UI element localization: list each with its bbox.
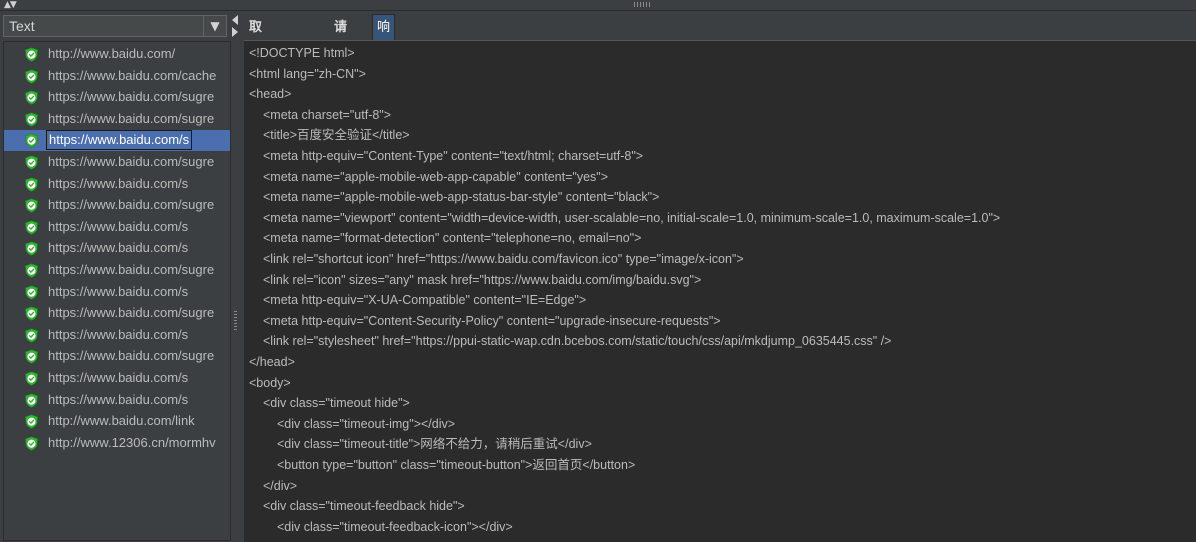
response-line: <!DOCTYPE html> [249,46,355,60]
success-shield-icon [25,155,38,170]
success-shield-icon [25,241,38,257]
success-shield-icon [25,69,38,84]
result-url-label: http://www.baidu.com/link [48,413,195,429]
result-url-label: https://www.baidu.com/s [48,240,189,256]
result-url-label: https://www.baidu.com/sugre [48,154,215,169]
success-shield-icon [25,263,38,278]
renderer-select-value: Text [9,18,35,34]
success-shield-icon [25,90,38,105]
response-line: <title>百度安全验证</title> [263,128,410,143]
result-url-label: http://www.12306.cn/mormhv [48,434,216,450]
response-line: <html lang="zh-CN"> [249,66,366,81]
results-tree[interactable]: http://www.baidu.com/https://www.baidu.c… [3,41,231,541]
response-line: <div class="timeout-feedback-icon"></div… [277,519,513,534]
result-url-label: https://www.baidu.com/s [48,370,189,385]
result-tree-item[interactable]: https://www.baidu.com/sugre [4,109,230,130]
result-url-label: https://www.baidu.com/s [46,130,193,151]
response-line: <div class="timeout-feedback hide"> [263,499,465,514]
results-tree-panel: Text ▼ http://www.baidu.com/https://www.… [0,11,232,541]
renderer-select[interactable]: Text ▼ [3,15,227,37]
tab-sampler-result[interactable]: 取样器结果 [245,16,266,131]
response-data-text-area[interactable]: <!DOCTYPE html> <html lang="zh-CN"> <head>… [244,40,1196,542]
response-line: <link rel="shortcut icon" href="https://… [263,252,744,266]
split-pane-divider[interactable] [232,11,241,541]
collapse-expand-arrows-icon[interactable]: ▲▼ [4,0,17,10]
collapse-left-arrow-icon[interactable] [232,15,238,25]
result-tree-item[interactable]: https://www.baidu.com/s [4,130,230,152]
response-line: <meta charset="utf-8"> [263,107,392,122]
success-shield-icon [25,133,38,149]
chevron-down-icon[interactable]: ▼ [203,16,226,36]
result-tree-item[interactable]: https://www.baidu.com/sugre [4,152,230,173]
result-tree-item[interactable]: https://www.baidu.com/sugre [4,303,230,324]
response-line: <link rel="icon" sizes="any" mask href="… [263,272,702,287]
result-url-label: http://www.baidu.com/ [48,46,176,61]
divider-grip-icon[interactable] [634,2,652,7]
success-shield-icon [25,306,38,321]
response-line: <div class="timeout-img"></div> [277,416,456,431]
result-tree-item[interactable]: https://www.baidu.com/sugre [4,87,230,108]
response-line: <head> [249,87,292,102]
result-tree-item[interactable]: http://www.baidu.com/ [4,44,230,65]
success-shield-icon [25,393,38,408]
success-shield-icon [25,220,38,235]
result-url-label: https://www.baidu.com/cache [48,67,217,83]
response-line: <button type="button" class="timeout-but… [277,458,636,472]
response-line: <meta name="apple-mobile-web-app-capable… [263,169,609,184]
response-line: <link rel="stylesheet" href="https://ppu… [263,334,892,349]
result-tree-item[interactable]: https://www.baidu.com/s [4,238,230,259]
success-shield-icon [25,112,38,127]
result-url-label: https://www.baidu.com/s [48,175,189,191]
result-tree-item[interactable]: https://www.baidu.com/s [4,325,230,346]
response-line: </div> [263,478,298,493]
success-shield-icon [25,349,38,365]
result-url-label: https://www.baidu.com/s [48,218,189,234]
splitter-grip-icon[interactable] [234,311,237,331]
result-url-label: https://www.baidu.com/s [48,283,189,299]
expand-right-arrow-icon[interactable] [232,27,238,37]
success-shield-icon [25,285,38,300]
response-line: <div class="timeout hide"> [263,396,410,411]
result-tree-item[interactable]: https://www.baidu.com/s [4,282,230,303]
tab-request[interactable]: 请求 [330,16,351,59]
success-shield-icon [25,47,38,62]
response-line: </head> [249,355,295,369]
result-url-label: https://www.baidu.com/sugre [48,262,215,277]
result-url-label: https://www.baidu.com/s [48,391,189,407]
result-tree-item[interactable]: https://www.baidu.com/sugre [4,195,230,216]
result-tree-item[interactable]: https://www.baidu.com/s [4,368,230,389]
result-url-label: https://www.baidu.com/sugre [48,305,215,321]
result-tree-item[interactable]: https://www.baidu.com/sugre [4,260,230,281]
tab-response-data[interactable]: 响应数据 [372,14,396,113]
response-line: <div class="timeout-title">网络不给力，请稍后重试</… [277,437,592,452]
result-tree-item[interactable]: https://www.baidu.com/sugre [4,346,230,367]
success-shield-icon [25,414,38,429]
result-url-label: https://www.baidu.com/sugre [48,110,215,126]
response-line: <body> [249,375,291,390]
response-line: <meta name="format-detection" content="t… [263,231,642,246]
result-url-label: https://www.baidu.com/sugre [48,197,215,213]
success-shield-icon [25,328,38,343]
result-tree-item[interactable]: http://www.baidu.com/link [4,411,230,432]
result-tree-item[interactable]: https://www.baidu.com/s [4,217,230,238]
success-shield-icon [25,177,38,192]
response-line: <meta name="viewport" content="width=dev… [263,210,1001,225]
result-tree-item[interactable]: https://www.baidu.com/cache [4,66,230,87]
response-line: <meta http-equiv="X-UA-Compatible" conte… [263,293,587,308]
result-tree-item[interactable]: https://www.baidu.com/s [4,390,230,411]
response-line: <meta http-equiv="Content-Type" content=… [263,149,644,163]
response-line: <meta http-equiv="Content-Security-Polic… [263,313,721,328]
top-divider-bar[interactable]: ▲▼ [0,0,1196,11]
result-tree-item[interactable]: http://www.12306.cn/mormhv [4,433,230,454]
response-line: <meta name="apple-mobile-web-app-status-… [263,190,660,205]
result-url-label: https://www.baidu.com/sugre [48,89,215,105]
success-shield-icon [25,436,38,451]
result-url-label: https://www.baidu.com/s [48,326,189,342]
result-url-label: https://www.baidu.com/sugre [48,348,215,364]
result-tree-item[interactable]: https://www.baidu.com/s [4,174,230,195]
success-shield-icon [25,198,38,213]
success-shield-icon [25,371,38,386]
